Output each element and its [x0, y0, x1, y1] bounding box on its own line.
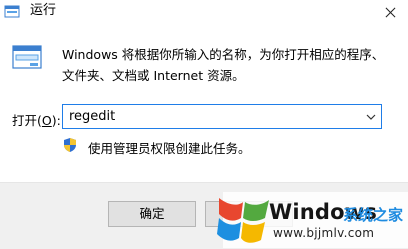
ok-button[interactable]: 确定: [108, 201, 196, 227]
chevron-down-icon[interactable]: [365, 111, 377, 123]
open-combobox[interactable]: regedit: [62, 104, 382, 129]
open-label-prefix: 打开(: [12, 113, 42, 128]
open-label-suffix: ):: [51, 113, 61, 128]
watermark: Windows 系统之家 www.bjjmlv.com: [203, 186, 408, 248]
windows-logo-icon: [217, 198, 269, 243]
run-dialog-icon: [4, 5, 20, 18]
description-line-2: 文件夹、文档或 Internet 资源。: [62, 68, 245, 83]
open-input-value[interactable]: regedit: [69, 108, 115, 125]
watermark-url: www.bjjmlv.com: [273, 226, 375, 240]
description: Windows 将根据你所输入的名称，为你打开相应的程序、 文件夹、文档或 In…: [62, 44, 392, 86]
uac-shield-icon: [64, 138, 76, 152]
close-icon[interactable]: [372, 0, 408, 26]
window-title: 运行: [30, 3, 57, 18]
run-dialog-icon: [12, 45, 42, 69]
admin-note: 使用管理员权限创建此任务。: [88, 141, 251, 156]
title-bar: 运行: [0, 0, 408, 26]
description-line-1: Windows 将根据你所输入的名称，为你打开相应的程序、: [62, 47, 385, 62]
watermark-brand-cn: 系统之家: [343, 206, 404, 224]
open-label: 打开(O):: [12, 110, 61, 129]
open-label-hotkey: O: [41, 113, 52, 128]
